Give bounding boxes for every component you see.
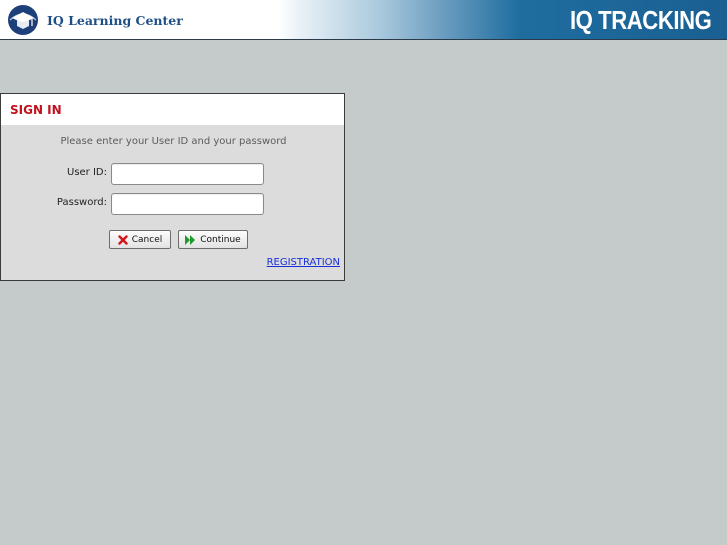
user-id-input[interactable] bbox=[111, 163, 264, 185]
signin-panel: SIGN IN Please enter your User ID and yo… bbox=[0, 93, 345, 281]
continue-button[interactable]: Continue bbox=[178, 230, 248, 249]
password-input[interactable] bbox=[111, 193, 264, 215]
password-label: Password: bbox=[56, 197, 107, 208]
cancel-button[interactable]: Cancel bbox=[109, 230, 171, 249]
user-id-label: User ID: bbox=[67, 167, 107, 178]
top-header: IQ Learning Center IQ TRACKING bbox=[0, 0, 727, 40]
signin-title-bar: SIGN IN bbox=[1, 94, 344, 125]
cancel-button-label: Cancel bbox=[131, 234, 163, 245]
org-name: IQ Learning Center bbox=[47, 12, 183, 28]
continue-button-label: Continue bbox=[200, 234, 241, 245]
signin-instructions: Please enter your User ID and your passw… bbox=[60, 136, 287, 147]
password-row: Password: bbox=[1, 193, 346, 215]
red-x-icon bbox=[118, 234, 128, 245]
user-id-row: User ID: bbox=[1, 163, 346, 185]
green-double-arrow-icon bbox=[185, 234, 196, 245]
signin-title: SIGN IN bbox=[10, 102, 62, 117]
graduation-cap-globe-icon bbox=[6, 4, 40, 36]
registration-link[interactable]: REGISTRATION bbox=[267, 257, 340, 268]
brand-title: IQ TRACKING bbox=[569, 5, 712, 35]
logo: IQ Learning Center bbox=[6, 4, 183, 36]
